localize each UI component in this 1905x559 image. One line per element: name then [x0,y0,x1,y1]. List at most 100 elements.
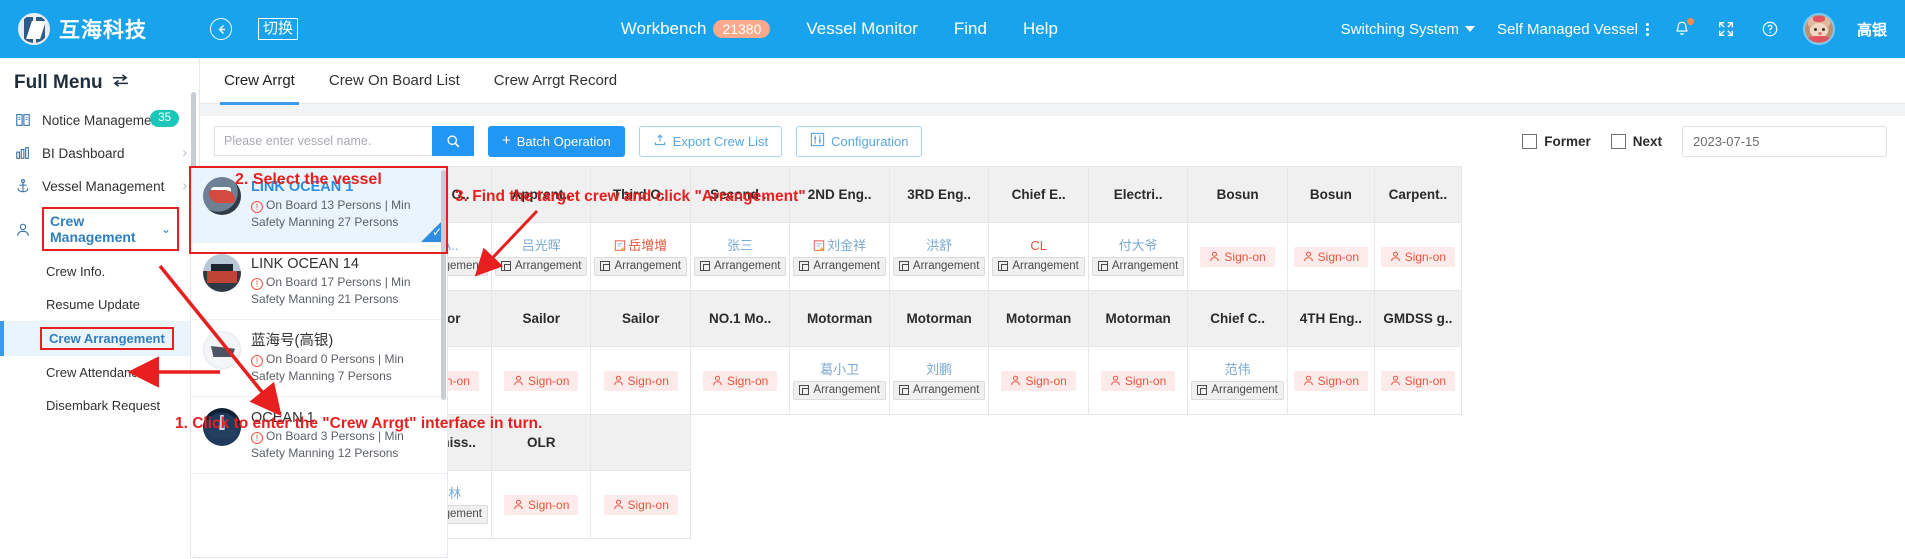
sign-on-button[interactable]: Sign-on [603,494,678,515]
vessel-list-item[interactable]: LINK OCEAN 1 ! On Board 13 Persons | Min S… [191,166,447,243]
crew-name[interactable]: 吕光晖 [522,238,561,254]
crew-cell[interactable]: Sign-on [590,346,691,415]
export-crew-list-button[interactable]: Export Crew List [638,125,783,157]
arrangement-button[interactable]: Arrangement [992,256,1085,276]
vessel-list-item[interactable]: OCEAN 1 ! On Board 3 Persons | Min Safety … [191,397,447,474]
sign-on-button[interactable]: Sign-on [702,370,778,391]
sign-on-button[interactable]: Sign-on [1001,370,1076,391]
crew-cell[interactable]: Sign-on [1087,346,1189,415]
crew-cell[interactable]: 范伟 Arrangement [1187,346,1288,415]
switch-button[interactable]: 切换 [258,18,299,40]
sign-on-button[interactable]: Sign-on [1200,246,1275,267]
crew-cell[interactable]: Sign-on [1373,222,1462,291]
former-checkbox-group[interactable]: Former [1522,133,1591,149]
nav-help[interactable]: Help [1023,19,1058,39]
arrangement-button[interactable]: Arrangement [892,380,986,400]
crew-cell[interactable]: Sign-on [988,346,1089,415]
sign-on-button[interactable]: Sign-on [1100,370,1176,391]
arrangement-button[interactable]: Arrangement [494,256,588,276]
date-picker[interactable]: 2023-07-15 [1682,125,1887,157]
tab-crew-arrgt-record[interactable]: Crew Arrgt Record [494,58,617,104]
configuration-button[interactable]: Configuration [796,125,923,157]
sidebar-item-vessel-management[interactable]: Vessel Management › [0,170,199,203]
full-menu-header[interactable]: Full Menu [0,58,199,104]
arrangement-button[interactable]: Arrangement [892,256,986,276]
vessel-list-item[interactable]: 蓝海号(高银) ! On Board 0 Persons | Min Safety … [191,320,447,397]
sidebar-item-crew-arrangement[interactable]: Crew Arrangement [0,321,199,356]
nav-find[interactable]: Find [954,19,987,39]
crew-cell[interactable]: Sign-on [1286,346,1375,415]
bell-icon[interactable] [1671,18,1694,40]
former-checkbox[interactable] [1522,133,1538,149]
arrangement-button[interactable]: Arrangement [1091,256,1185,276]
batch-operation-button[interactable]: + Batch Operation [488,125,625,157]
search-icon[interactable] [432,126,474,156]
switching-system-dropdown[interactable]: Switching System [1341,21,1476,38]
sign-on-button[interactable]: Sign-on [603,370,678,391]
arrangement-button[interactable]: Arrangement [693,256,787,276]
crew-cell[interactable]: 洪舒 Arrangement [888,222,990,291]
crew-name[interactable]: 洪舒 [926,238,952,254]
avatar[interactable] [1802,13,1835,45]
crew-management-highlight[interactable]: Crew Management ⌄ [42,207,179,251]
sign-on-button[interactable]: Sign-on [504,494,579,515]
sign-on-button[interactable]: Sign-on [1293,370,1369,391]
sidebar-item-notice-management[interactable]: Notice Management 35 [0,104,199,137]
crew-cell[interactable]: CL Arrangement [988,222,1089,291]
brand-area[interactable]: 互海科技 [0,13,200,45]
help-circle-icon[interactable] [1759,18,1781,40]
nav-vessel-monitor[interactable]: Vessel Monitor [806,19,918,39]
search-input[interactable] [214,126,432,156]
crew-name[interactable]: 张三 [727,238,753,254]
crew-cell[interactable]: 付大爷 Arrangement [1087,222,1189,291]
back-arrow-icon[interactable] [210,18,232,40]
vessel-list-scrollbar[interactable] [441,170,446,400]
crew-name[interactable]: 付大爷 [1119,238,1158,254]
nav-workbench[interactable]: Workbench 21380 [621,19,771,39]
sign-on-button[interactable]: Sign-on [1293,246,1369,267]
crew-cell[interactable]: Sign-on [590,470,691,539]
crew-cell[interactable]: 刘鹏 Arrangement [888,346,990,415]
crew-name[interactable]: 刘鹏 [926,362,952,378]
crew-cell[interactable]: Sign-on [490,346,592,415]
kebab-menu-icon[interactable] [1645,22,1649,36]
arrangement-button[interactable]: Arrangement [594,256,687,276]
sidebar-item-crew-info[interactable]: Crew Info. [0,255,199,288]
tab-crew-arrgt[interactable]: Crew Arrgt [220,58,299,105]
crew-cell[interactable]: 刘金祥 Arrangement [789,222,890,291]
sidebar-item-crew-attendance[interactable]: Crew Attendance [0,356,199,389]
crew-name[interactable]: 刘金祥 [813,238,866,254]
arrangement-button[interactable]: Arrangement [1191,380,1284,400]
next-checkbox-group[interactable]: Next [1610,133,1662,149]
crew-name[interactable]: 岳增增 [614,238,667,254]
sidebar-item-disembark-request[interactable]: Disembark Request [0,389,199,422]
user-name[interactable]: 高银 [1857,19,1887,40]
crew-cell[interactable]: Sign-on [1286,222,1375,291]
person-icon [1210,251,1220,262]
crew-cell[interactable]: 岳增增 Arrangement [590,222,691,291]
crew-cell[interactable]: 吕光晖 Arrangement [490,222,592,291]
crew-cell[interactable]: Sign-on [490,470,592,539]
swap-icon[interactable] [111,72,130,94]
arrangement-button[interactable]: Arrangement [793,380,886,400]
crew-cell[interactable]: Sign-on [1187,222,1288,291]
sign-on-button[interactable]: Sign-on [504,370,579,391]
next-checkbox[interactable] [1610,133,1626,149]
crew-cell[interactable]: Sign-on [1373,346,1462,415]
sidebar-item-resume-update[interactable]: Resume Update [0,288,199,321]
sign-on-button[interactable]: Sign-on [1380,370,1456,391]
crew-name[interactable]: CL [1030,238,1047,254]
sign-on-button[interactable]: Sign-on [1380,246,1456,267]
sidebar-item-crew-management[interactable]: Crew Management ⌄ [0,203,199,255]
crew-cell[interactable]: 张三 Arrangement [689,222,791,291]
crew-cell[interactable]: 葛小卫 Arrangement [789,346,890,415]
crew-name[interactable]: 范伟 [1225,362,1251,378]
crew-cell[interactable]: Sign-on [689,346,791,415]
vessel-list-item[interactable]: LINK OCEAN 14 ! On Board 17 Persons | Min … [191,243,447,320]
tab-crew-on-board-list[interactable]: Crew On Board List [329,58,460,104]
sidebar-item-bi-dashboard[interactable]: BI Dashboard › [0,137,199,170]
self-managed-vessel-menu[interactable]: Self Managed Vessel [1497,21,1649,38]
crew-name[interactable]: 葛小卫 [820,362,859,378]
fullscreen-icon[interactable] [1715,18,1737,40]
arrangement-button[interactable]: Arrangement [793,256,886,276]
